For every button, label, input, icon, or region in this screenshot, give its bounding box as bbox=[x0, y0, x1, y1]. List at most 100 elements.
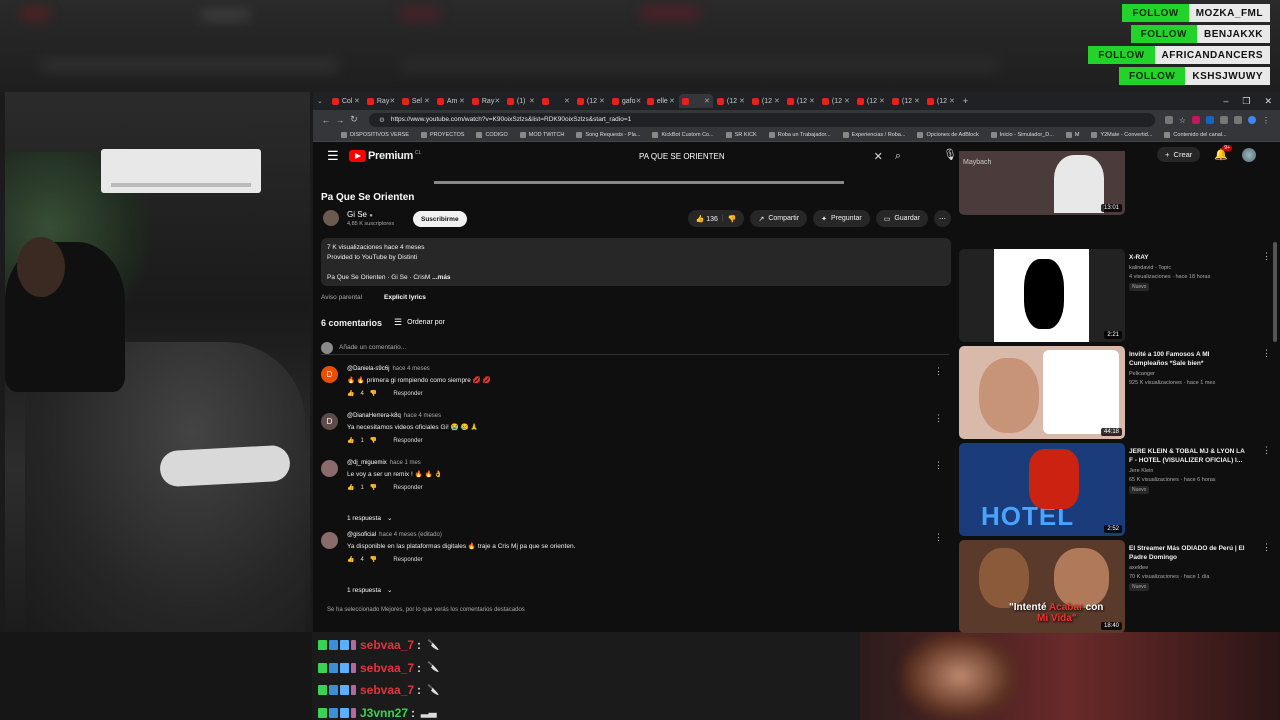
video-thumbnail[interactable]: Maybach 13:01 bbox=[959, 151, 1125, 215]
close-tab-icon[interactable]: ✕ bbox=[389, 97, 395, 105]
minimize-icon[interactable]: – bbox=[1223, 96, 1228, 107]
comment-avatar[interactable]: D bbox=[321, 366, 338, 383]
like-button[interactable]: 👍 136 bbox=[696, 215, 718, 223]
chat-username[interactable]: sebvaa_7 bbox=[360, 661, 414, 675]
hamburger-menu-icon[interactable]: ☰ bbox=[327, 148, 347, 164]
tab-search-icon[interactable]: ⌄ bbox=[317, 97, 323, 105]
reply-button[interactable]: Responder bbox=[393, 391, 422, 397]
related-video-channel[interactable]: Pelicanger bbox=[1129, 370, 1254, 378]
comment-like-icon[interactable]: 👍 bbox=[347, 437, 354, 444]
comment-dislike-icon[interactable]: 👎 bbox=[370, 437, 377, 444]
search-box[interactable]: PA QUE SE ORIENTEN ✕ ⌕ bbox=[631, 147, 901, 165]
channel-name[interactable]: Gi Se ● bbox=[347, 210, 373, 219]
cast-icon[interactable] bbox=[1164, 115, 1173, 124]
view-replies-button[interactable]: 1 respuesta ⌄ bbox=[347, 514, 392, 523]
comment-avatar[interactable] bbox=[321, 460, 338, 477]
browser-tab[interactable]: (12 ✕ bbox=[889, 94, 923, 108]
close-tab-icon[interactable]: ✕ bbox=[564, 97, 570, 105]
related-video-item[interactable]: "Intenté Acabar con Mi Vida" 18:40 El Strea… bbox=[959, 540, 1274, 633]
video-thumbnail[interactable]: HOTEL 2:52 bbox=[959, 443, 1125, 536]
subscribe-button[interactable]: Suscribirme bbox=[413, 211, 467, 227]
close-tab-icon[interactable]: ✕ bbox=[354, 97, 360, 105]
bookmark-item[interactable]: M bbox=[1065, 132, 1079, 138]
comment-author[interactable]: @DianaHerrera-k8q hace 4 meses bbox=[347, 413, 441, 419]
channel-avatar[interactable] bbox=[323, 210, 339, 226]
site-info-icon[interactable]: ⚙ bbox=[379, 116, 385, 124]
related-video-channel[interactable]: kalindavid - Topic bbox=[1129, 264, 1254, 272]
new-tab-icon[interactable]: + bbox=[963, 96, 968, 106]
maximize-icon[interactable]: ❐ bbox=[1242, 96, 1250, 107]
bookmark-item[interactable]: Song Requests - Pla... bbox=[576, 132, 640, 138]
close-tab-icon[interactable]: ✕ bbox=[949, 97, 955, 105]
comment-dislike-icon[interactable]: 👎 bbox=[370, 484, 377, 491]
related-video-item[interactable]: 2:21 X-RAY kalindavid - Topic 4 visualizaci… bbox=[959, 249, 1274, 342]
comment-menu-icon[interactable]: ⋮ bbox=[934, 366, 943, 377]
close-tab-icon[interactable]: ✕ bbox=[704, 97, 710, 105]
browser-tab[interactable]: Col ✕ bbox=[329, 94, 363, 108]
add-comment-field[interactable]: Añade un comentario... bbox=[321, 341, 949, 355]
comment-menu-icon[interactable]: ⋮ bbox=[934, 413, 943, 424]
ask-button[interactable]: ✦ Preguntar bbox=[813, 210, 870, 227]
comment-author[interactable]: @dj_miguemix hace 1 mes bbox=[347, 460, 421, 466]
sort-comments-button[interactable]: ☰ Ordenar por bbox=[394, 317, 445, 328]
comment-dislike-icon[interactable]: 👎 bbox=[370, 390, 377, 397]
dislike-button[interactable]: 👎 bbox=[728, 215, 737, 223]
video-player-edge[interactable] bbox=[434, 181, 844, 184]
bookmark-item[interactable]: Contenido del canal... bbox=[1164, 132, 1227, 138]
browser-tab[interactable]: (1) ✕ bbox=[504, 94, 538, 108]
related-video-title[interactable]: El Streamer Más ODIADO de Perú | El Padr… bbox=[1129, 544, 1247, 562]
browser-tab[interactable]: (12 ✕ bbox=[574, 94, 608, 108]
description-box[interactable]: 7 K visualizaciones hace 4 meses Provide… bbox=[321, 238, 951, 286]
related-video-channel[interactable]: axeldee bbox=[1129, 564, 1254, 572]
close-tab-icon[interactable]: ✕ bbox=[459, 97, 465, 105]
chat-username[interactable]: sebvaa_7 bbox=[360, 683, 414, 697]
view-replies-button[interactable]: 1 respuesta ⌄ bbox=[347, 586, 392, 595]
chat-username[interactable]: J3vnn27 bbox=[360, 706, 408, 720]
close-tab-icon[interactable]: ✕ bbox=[774, 97, 780, 105]
video-menu-icon[interactable]: ⋮ bbox=[1262, 542, 1271, 553]
bookmark-item[interactable]: Experiencias / Roba... bbox=[842, 132, 905, 138]
video-menu-icon[interactable]: ⋮ bbox=[1262, 251, 1271, 262]
related-video-title[interactable]: JERE KLEIN & TOBAL MJ & LYON LA F - HOTE… bbox=[1129, 447, 1247, 465]
comment-menu-icon[interactable]: ⋮ bbox=[934, 532, 943, 543]
show-more-link[interactable]: ...más bbox=[432, 274, 450, 281]
forward-icon[interactable]: → bbox=[333, 115, 347, 125]
reply-button[interactable]: Responder bbox=[393, 485, 422, 491]
download-icon[interactable] bbox=[1234, 115, 1242, 124]
browser-tab[interactable]: (12 ✕ bbox=[749, 94, 783, 108]
browser-tab[interactable]: gafo ✕ bbox=[609, 94, 643, 108]
comment-like-icon[interactable]: 👍 bbox=[347, 390, 354, 397]
browser-tab[interactable]: ✕ bbox=[539, 94, 573, 108]
bookmark-item[interactable]: Y2Mate - Convertid... bbox=[1091, 132, 1152, 138]
video-thumbnail[interactable]: 44:18 bbox=[959, 346, 1125, 439]
video-menu-icon[interactable]: ⋮ bbox=[1262, 445, 1271, 456]
extension-icon[interactable] bbox=[1206, 115, 1214, 124]
extension-icon[interactable] bbox=[1192, 115, 1200, 124]
comment-menu-icon[interactable]: ⋮ bbox=[934, 460, 943, 471]
page-scrollbar[interactable] bbox=[1273, 242, 1277, 342]
menu-kebab-icon[interactable]: ⋮ bbox=[1262, 116, 1270, 125]
close-tab-icon[interactable]: ✕ bbox=[529, 97, 535, 105]
browser-tab[interactable]: Am ✕ bbox=[434, 94, 468, 108]
browser-tab[interactable]: (12 ✕ bbox=[784, 94, 818, 108]
share-button[interactable]: ↗ Compartir bbox=[750, 210, 808, 227]
chat-username[interactable]: sebvaa_7 bbox=[360, 638, 414, 652]
comment-author[interactable]: @Daniela-s9c6j hace 4 meses bbox=[347, 366, 430, 372]
video-thumbnail[interactable]: "Intenté Acabar con Mi Vida" 18:40 bbox=[959, 540, 1125, 633]
browser-tab[interactable]: Sel ✕ bbox=[399, 94, 433, 108]
close-tab-icon[interactable]: ✕ bbox=[494, 97, 500, 105]
video-menu-icon[interactable]: ⋮ bbox=[1262, 348, 1271, 359]
browser-tab[interactable]: elle ✕ bbox=[644, 94, 678, 108]
search-input[interactable]: PA QUE SE ORIENTEN bbox=[631, 152, 874, 161]
close-tab-icon[interactable]: ✕ bbox=[879, 97, 885, 105]
bookmark-item[interactable]: PROYECTOS bbox=[421, 132, 464, 138]
bookmark-item[interactable]: Roba un Trabajador... bbox=[768, 132, 831, 138]
related-video-title[interactable]: X-RAY bbox=[1129, 253, 1247, 262]
star-icon[interactable]: ☆ bbox=[1179, 116, 1186, 125]
related-video-item[interactable]: Maybach 13:01 bbox=[959, 151, 1274, 215]
microphone-icon[interactable]: 🎙 bbox=[943, 148, 957, 161]
bookmark-item[interactable]: Inicio - Simulador_D... bbox=[990, 132, 1054, 138]
bookmark-item[interactable]: MOD TWITCH bbox=[519, 132, 564, 138]
close-tab-icon[interactable]: ✕ bbox=[599, 97, 605, 105]
comment-like-icon[interactable]: 👍 bbox=[347, 556, 354, 563]
